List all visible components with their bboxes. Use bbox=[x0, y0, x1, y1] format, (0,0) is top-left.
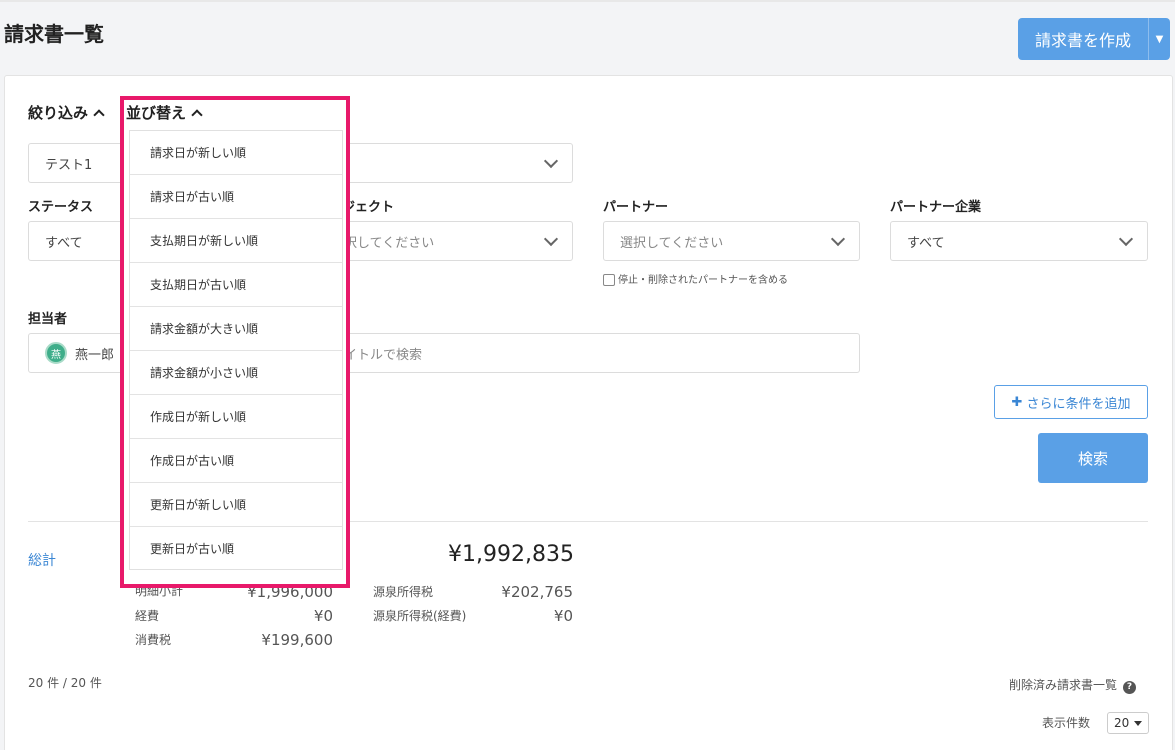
sort-option-amount-smallest[interactable]: 請求金額が小さい順 bbox=[130, 351, 342, 395]
grand-total: ¥1,992,835 bbox=[448, 542, 574, 567]
sort-option-billing-date-newest[interactable]: 請求日が新しい順 bbox=[130, 131, 342, 175]
chevron-up-icon bbox=[93, 109, 105, 121]
deleted-invoices-link[interactable]: 削除済み請求書一覧? bbox=[1009, 676, 1137, 694]
chevron-down-icon bbox=[1118, 231, 1134, 247]
sort-dropdown: 並び替え 請求日が新しい順 請求日が古い順 支払期日が新しい順 支払期日が古い順… bbox=[120, 96, 350, 588]
withholding-value: ¥202,765 bbox=[501, 583, 573, 601]
search-button[interactable]: 検索 bbox=[1038, 433, 1148, 483]
totals-label: 総計 bbox=[28, 553, 56, 569]
page-title: 請求書一覧 bbox=[4, 22, 104, 46]
avatar: 燕 bbox=[45, 342, 67, 364]
add-condition-label: さらに条件を追加 bbox=[1026, 396, 1131, 412]
caret-down-icon bbox=[1134, 720, 1143, 726]
expenses-label: 経費 bbox=[135, 609, 160, 623]
result-count: 20 件 / 20 件 bbox=[28, 676, 102, 690]
chevron-down-icon bbox=[830, 231, 846, 247]
partner-company-select[interactable]: すべて bbox=[890, 221, 1148, 261]
sort-option-due-date-oldest[interactable]: 支払期日が古い順 bbox=[130, 263, 342, 307]
expenses-value: ¥0 bbox=[313, 607, 333, 625]
withholding-expenses-value: ¥0 bbox=[553, 607, 573, 625]
partner-select[interactable]: 選択してください bbox=[603, 221, 860, 261]
withholding-label: 源泉所得税 bbox=[373, 585, 434, 599]
per-page-select[interactable]: 20 bbox=[1107, 712, 1150, 734]
assignee-name: 燕一郎 bbox=[75, 347, 115, 363]
sort-toggle-label: 並び替え bbox=[126, 104, 187, 122]
chevron-down-icon bbox=[543, 153, 559, 169]
status-value: すべて bbox=[45, 235, 83, 251]
sort-option-updated-newest[interactable]: 更新日が新しい順 bbox=[130, 483, 342, 527]
partner-placeholder: 選択してください bbox=[620, 235, 724, 251]
sort-option-due-date-newest[interactable]: 支払期日が新しい順 bbox=[130, 219, 342, 263]
per-page-label: 表示件数 bbox=[1042, 716, 1091, 730]
chevron-down-icon bbox=[543, 231, 559, 247]
sort-options-list: 請求日が新しい順 請求日が古い順 支払期日が新しい順 支払期日が古い順 請求金額… bbox=[129, 130, 343, 570]
sort-toggle[interactable]: 並び替え bbox=[126, 102, 203, 123]
project-placeholder: 択してください bbox=[344, 235, 435, 251]
include-deleted-label: 停止・削除されたパートナーを含める bbox=[618, 275, 788, 286]
assignee-label: 担当者 bbox=[28, 312, 68, 327]
partner-company-value: すべて bbox=[907, 235, 945, 251]
add-condition-button[interactable]: ✚ さらに条件を追加 bbox=[994, 385, 1148, 419]
sort-option-updated-oldest[interactable]: 更新日が古い順 bbox=[130, 527, 342, 569]
status-label: ステータス bbox=[28, 200, 94, 215]
sort-option-billing-date-oldest[interactable]: 請求日が古い順 bbox=[130, 175, 342, 219]
sort-option-created-oldest[interactable]: 作成日が古い順 bbox=[130, 439, 342, 483]
chevron-up-icon bbox=[191, 109, 203, 121]
consumption-tax-value: ¥199,600 bbox=[261, 631, 333, 649]
filter-toggle[interactable]: 絞り込み bbox=[28, 102, 105, 123]
create-invoice-button-group[interactable]: 請求書を作成 ▼ bbox=[1018, 18, 1170, 60]
consumption-tax-label: 消費税 bbox=[135, 633, 172, 647]
per-page-value: 20 bbox=[1114, 716, 1130, 730]
title-search-placeholder: イトルで検索 bbox=[344, 347, 423, 363]
checkbox[interactable] bbox=[603, 274, 615, 286]
include-deleted-partner[interactable]: 停止・削除されたパートナーを含める bbox=[603, 271, 788, 286]
deleted-invoices-label: 削除済み請求書一覧 bbox=[1009, 678, 1118, 692]
filter-toggle-label: 絞り込み bbox=[28, 104, 89, 122]
sort-option-amount-largest[interactable]: 請求金額が大きい順 bbox=[130, 307, 342, 351]
sort-option-created-newest[interactable]: 作成日が新しい順 bbox=[130, 395, 342, 439]
help-icon[interactable]: ? bbox=[1123, 680, 1137, 694]
top-border bbox=[0, 0, 1175, 2]
plus-icon: ✚ bbox=[1011, 394, 1023, 410]
saved-condition-value: テスト1 bbox=[45, 157, 93, 173]
partner-company-label: パートナー企業 bbox=[890, 200, 982, 215]
create-invoice-button[interactable]: 請求書を作成 bbox=[1018, 18, 1148, 60]
title-search-input[interactable]: イトルで検索 bbox=[305, 333, 860, 373]
partner-label: パートナー bbox=[603, 200, 669, 215]
withholding-expenses-label: 源泉所得税(経費) bbox=[373, 609, 467, 623]
caret-down-icon[interactable]: ▼ bbox=[1148, 18, 1170, 60]
